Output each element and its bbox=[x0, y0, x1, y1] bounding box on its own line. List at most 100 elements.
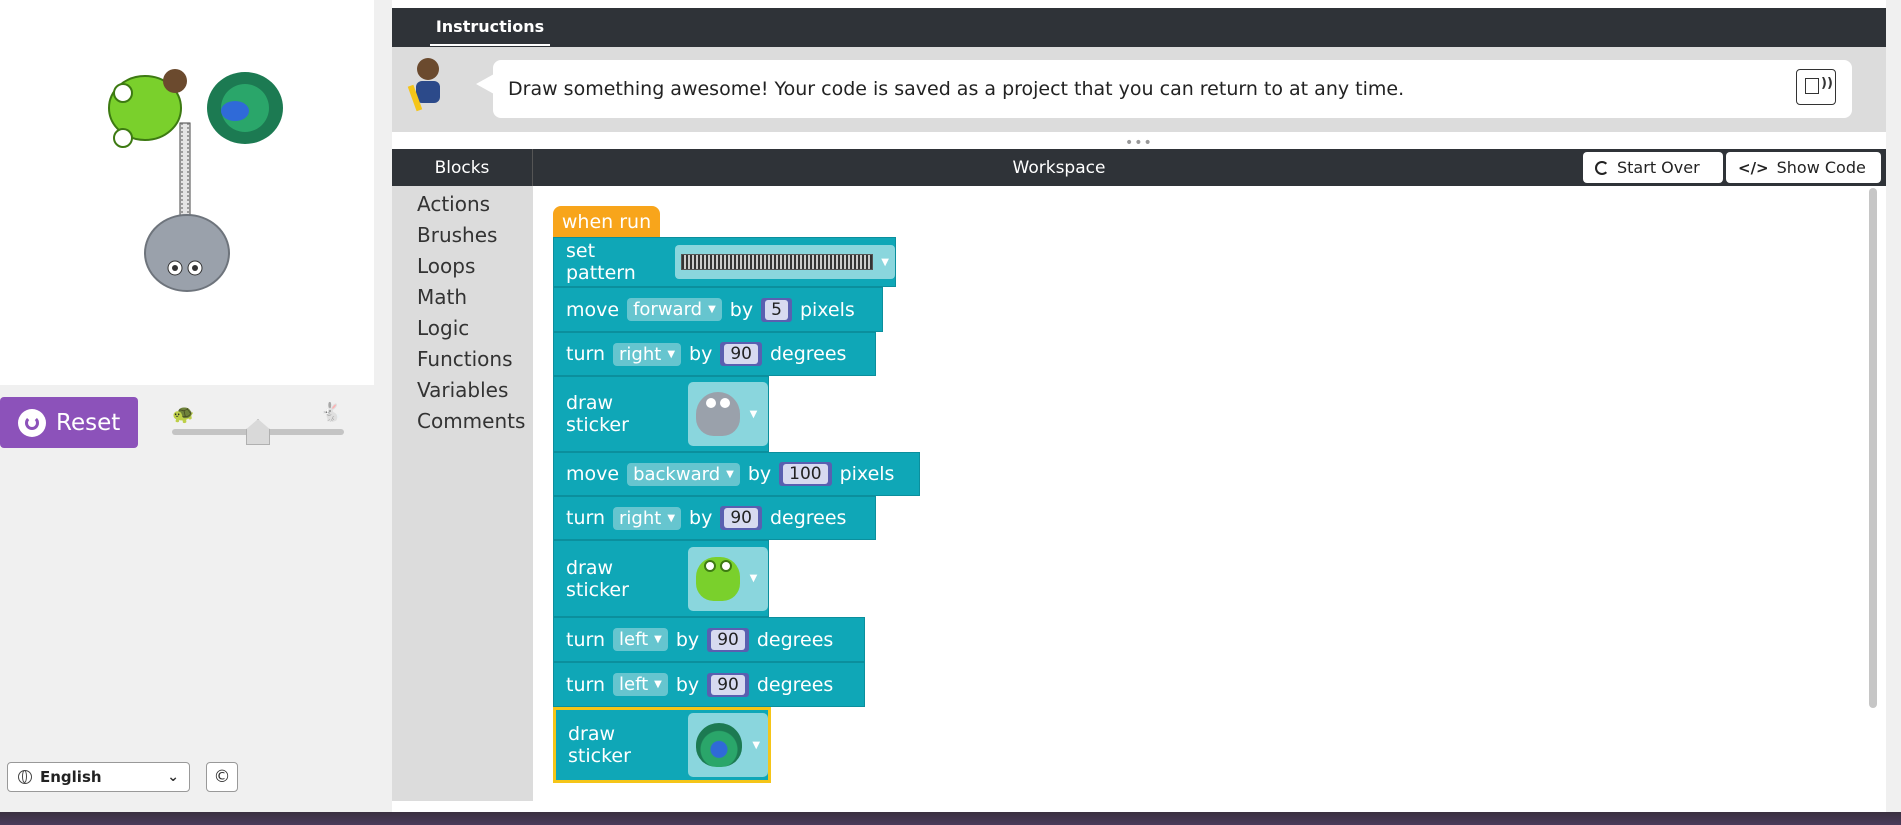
turtle-icon: 🐢 bbox=[172, 404, 195, 425]
unit-label: degrees bbox=[756, 673, 834, 696]
dropdown-value: backward bbox=[633, 463, 721, 485]
block-label: draw sticker bbox=[566, 392, 629, 436]
dropdown-value: left bbox=[619, 674, 649, 695]
block-move-backward[interactable]: move backward ▼ by 100 pixels bbox=[553, 452, 920, 496]
direction-dropdown[interactable]: left ▼ bbox=[613, 673, 668, 696]
number-input[interactable]: 5 bbox=[761, 297, 792, 322]
language-value: English bbox=[40, 768, 102, 786]
dropdown-arrow-icon: ▼ bbox=[881, 256, 889, 268]
toolbox-category-loops[interactable]: Loops bbox=[417, 254, 475, 278]
sticker-dropdown[interactable]: ▼ bbox=[687, 546, 768, 611]
block-draw-sticker-frog[interactable]: draw sticker ▼ bbox=[553, 540, 769, 617]
chevron-down-icon: ⌄ bbox=[167, 769, 179, 785]
frog-sticker-icon bbox=[695, 556, 740, 601]
number-value: 90 bbox=[711, 629, 745, 650]
toolbox-category-actions[interactable]: Actions bbox=[417, 192, 490, 216]
block-draw-sticker-elephant[interactable]: draw sticker ▼ bbox=[553, 376, 769, 452]
reset-label: Reset bbox=[56, 409, 121, 436]
copyright-button[interactable]: © bbox=[206, 762, 238, 792]
direction-dropdown[interactable]: left ▼ bbox=[613, 628, 668, 651]
block-label: turn bbox=[566, 507, 606, 529]
block-label: turn bbox=[566, 343, 606, 365]
copyright-icon: © bbox=[213, 767, 231, 787]
block-turn-right[interactable]: turn right ▼ by 90 degrees bbox=[553, 332, 876, 376]
speech-bubble-tail bbox=[476, 74, 494, 94]
unit-label: degrees bbox=[769, 343, 847, 365]
blocks-header: Blocks bbox=[392, 149, 533, 186]
slider-thumb[interactable] bbox=[246, 419, 270, 445]
by-label: by bbox=[689, 507, 713, 529]
window-edge bbox=[1886, 0, 1901, 812]
block-label: set pattern bbox=[566, 240, 636, 284]
show-code-button[interactable]: </> Show Code bbox=[1726, 152, 1881, 183]
toolbox-category-brushes[interactable]: Brushes bbox=[417, 223, 497, 247]
block-label: move bbox=[566, 463, 620, 485]
direction-dropdown[interactable]: forward ▼ bbox=[627, 298, 722, 321]
text-to-speech-button[interactable] bbox=[1796, 69, 1836, 105]
dropdown-arrow-icon: ▼ bbox=[752, 739, 761, 751]
dropdown-arrow-icon: ▼ bbox=[667, 348, 676, 360]
by-label: by bbox=[747, 463, 772, 485]
peacock-sticker-icon bbox=[696, 723, 743, 767]
block-turn-left-2[interactable]: turn left ▼ by 90 degrees bbox=[553, 662, 865, 707]
block-label: move bbox=[566, 298, 620, 321]
unit-label: pixels bbox=[799, 298, 855, 321]
code-icon: </> bbox=[1738, 158, 1769, 177]
speed-slider[interactable]: 🐢 🐇 bbox=[172, 402, 344, 445]
rabbit-icon: 🐇 bbox=[320, 402, 343, 423]
number-input[interactable]: 100 bbox=[779, 462, 832, 486]
toolbox-category-logic[interactable]: Logic bbox=[417, 316, 469, 340]
panel-divider[interactable] bbox=[374, 0, 392, 825]
show-code-label: Show Code bbox=[1776, 158, 1866, 177]
dropdown-arrow-icon: ▼ bbox=[654, 679, 662, 690]
block-when-run[interactable]: when run bbox=[553, 206, 660, 238]
toolbox-category-comments[interactable]: Comments bbox=[417, 409, 525, 433]
block-draw-sticker-peacock[interactable]: draw sticker ▼ bbox=[553, 707, 771, 783]
undo-icon bbox=[1595, 160, 1609, 175]
tab-instructions[interactable]: Instructions bbox=[430, 8, 550, 46]
dropdown-arrow-icon: ▼ bbox=[726, 468, 734, 480]
block-move-forward[interactable]: move forward ▼ by 5 pixels bbox=[553, 287, 883, 332]
block-set-pattern[interactable]: set pattern ▼ bbox=[553, 237, 896, 287]
number-value: 5 bbox=[765, 299, 788, 320]
start-over-button[interactable]: Start Over bbox=[1583, 152, 1723, 183]
number-input[interactable]: 90 bbox=[720, 342, 762, 366]
pattern-dropdown[interactable]: ▼ bbox=[675, 245, 895, 279]
sticker-dropdown[interactable]: ▼ bbox=[687, 382, 768, 446]
number-value: 100 bbox=[783, 464, 828, 484]
instructions-header bbox=[392, 8, 1886, 47]
start-over-label: Start Over bbox=[1617, 158, 1700, 177]
block-turn-right-2[interactable]: turn right ▼ by 90 degrees bbox=[553, 496, 876, 540]
instructions-text: Draw something awesome! Your code is sav… bbox=[493, 60, 1852, 118]
number-input[interactable]: 90 bbox=[707, 627, 749, 652]
block-label: turn bbox=[566, 628, 606, 651]
block-label: draw sticker bbox=[566, 556, 629, 601]
taskbar-edge bbox=[0, 812, 1901, 825]
number-input[interactable]: 90 bbox=[720, 506, 762, 530]
toolbox-category-functions[interactable]: Functions bbox=[417, 347, 513, 371]
unit-label: pixels bbox=[839, 463, 895, 485]
toolbox: Actions Brushes Loops Math Logic Functio… bbox=[392, 186, 533, 801]
workspace-scrollbar[interactable] bbox=[1869, 188, 1877, 708]
language-select[interactable]: English ⌄ bbox=[7, 762, 190, 792]
unit-label: degrees bbox=[769, 507, 847, 529]
toolbox-category-math[interactable]: Math bbox=[417, 285, 467, 309]
number-value: 90 bbox=[724, 344, 758, 364]
block-turn-left[interactable]: turn left ▼ by 90 degrees bbox=[553, 617, 865, 662]
number-input[interactable]: 90 bbox=[707, 672, 749, 697]
direction-dropdown[interactable]: right ▼ bbox=[613, 342, 682, 366]
by-label: by bbox=[729, 298, 754, 321]
sticker-dropdown[interactable]: ▼ bbox=[688, 713, 768, 777]
number-value: 90 bbox=[724, 508, 758, 528]
workspace-title: Workspace bbox=[1012, 157, 1106, 178]
elephant-sticker-icon bbox=[695, 392, 740, 436]
by-label: by bbox=[689, 343, 713, 365]
by-label: by bbox=[675, 673, 700, 696]
reset-icon bbox=[18, 408, 46, 437]
visualization-panel-background bbox=[0, 385, 392, 825]
direction-dropdown[interactable]: right ▼ bbox=[613, 506, 682, 530]
reset-button[interactable]: Reset bbox=[0, 397, 138, 448]
dropdown-arrow-icon: ▼ bbox=[749, 408, 758, 420]
direction-dropdown[interactable]: backward ▼ bbox=[627, 462, 740, 486]
toolbox-category-variables[interactable]: Variables bbox=[417, 378, 508, 402]
